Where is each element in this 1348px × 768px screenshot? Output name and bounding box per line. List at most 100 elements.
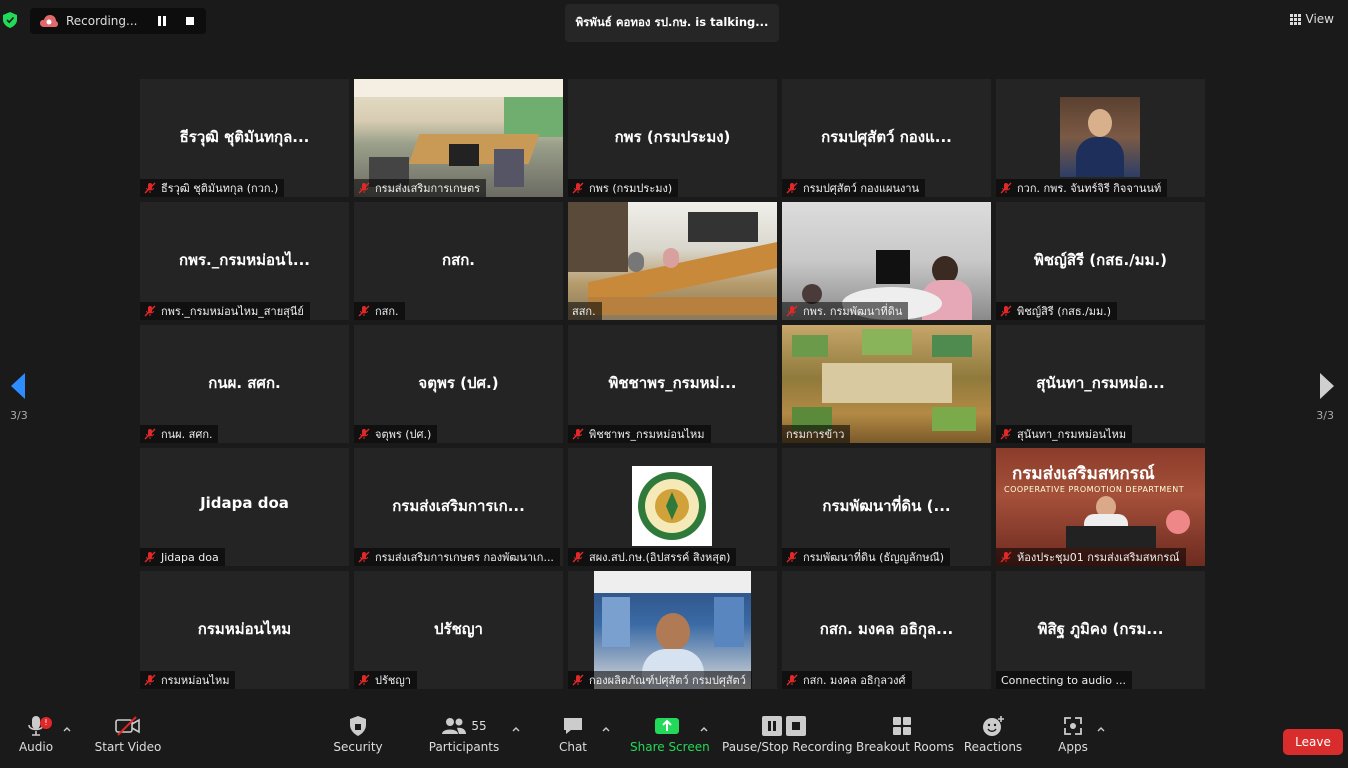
participant-tile[interactable]: กสก. มงคล อธิกุล... กสก. มงคล อธิกุลวงศ์ [782, 571, 991, 689]
audio-warning-badge: ! [40, 717, 52, 729]
participant-tile[interactable]: สุนันทา_กรมหม่อ... สุนันทา_กรมหม่อนไหม [996, 325, 1205, 443]
participant-tile[interactable]: ปรัชญา ปรัชญา [354, 571, 563, 689]
meeting-toolbar: ! Audio Start Video Security 55 Particip… [0, 712, 1348, 768]
connecting-audio-status: Connecting to audio ... [1001, 673, 1126, 687]
participant-tile[interactable]: กรมการข้าว [782, 325, 991, 443]
breakout-rooms-button[interactable]: Breakout Rooms [856, 712, 954, 754]
mic-muted-icon [144, 674, 156, 686]
participants-icon [442, 718, 467, 734]
participant-tile[interactable]: กองผลิตภัณฑ์ปศุสัตว์ กรมปศุสัตว์ [568, 571, 777, 689]
participant-display-name: พิชชาพร_กรมหม่... [608, 374, 737, 392]
participant-display-name: จตุพร (ปศ.) [418, 374, 499, 392]
stop-recording-icon[interactable] [186, 17, 194, 25]
breakout-rooms-icon [893, 717, 911, 735]
participant-tile[interactable]: กรมพัฒนาที่ดิน (... กรมพัฒนาที่ดิน (ธัญญ… [782, 448, 991, 566]
participant-tile[interactable]: กพร. กรมพัฒนาที่ดิน [782, 202, 991, 320]
recording-label: Recording... [66, 14, 138, 28]
share-screen-button[interactable]: Share Screen [630, 712, 710, 754]
share-screen-label: Share Screen [630, 740, 710, 754]
emoji-reaction-icon [983, 716, 1004, 736]
participant-tile[interactable]: กนผ. สศก. กนผ. สศก. [140, 325, 349, 443]
view-button[interactable]: View [1289, 12, 1334, 26]
profile-picture [1060, 97, 1140, 177]
participant-tile[interactable]: สสก. [568, 202, 777, 320]
participant-tile[interactable]: พิชชาพร_กรมหม่... พิชชาพร_กรมหม่อนไหม [568, 325, 777, 443]
gallery-grid: ธีรวุฒิ ชุติมันทกุล... ธีรวุฒิ ชุติมันทก… [140, 79, 1205, 689]
mic-muted-icon [572, 182, 584, 194]
participant-display-name: กรมปศุสัตว์ กองแ... [821, 128, 952, 146]
audio-options-chevron-up-icon[interactable] [63, 726, 71, 732]
participant-tile[interactable]: สผง.สป.กษ.(อิปสรรค์ สิงหสุต) [568, 448, 777, 566]
mic-muted-icon [572, 674, 584, 686]
participant-tile[interactable]: พิชญ์สิรี (กสธ./มม.) พิชญ์สิรี (กสธ./มม.… [996, 202, 1205, 320]
participant-tile[interactable]: กรมส่งเสริมการเก... กรมส่งเสริมการเกษตร … [354, 448, 563, 566]
participant-display-name: สุนันทา_กรมหม่อ... [1036, 374, 1165, 392]
participant-name: กสก. มงคล อธิกุลวงศ์ [803, 674, 906, 687]
leave-button[interactable]: Leave [1283, 729, 1343, 755]
participant-name-tag: กพร._กรมหม่อนไหม_สายสุนีย์ [140, 302, 310, 320]
participant-name: กรมหม่อนไหม [161, 674, 230, 687]
apps-button[interactable]: Apps [1055, 712, 1091, 754]
next-page-arrow-icon[interactable] [1316, 370, 1338, 402]
participant-name-tag: กพร. กรมพัฒนาที่ดิน [782, 302, 909, 320]
encryption-shield-icon[interactable] [3, 12, 17, 28]
participant-display-name: กนผ. สศก. [208, 374, 281, 392]
mic-muted-icon [1000, 428, 1012, 440]
participant-name-tag: กรมส่งเสริมการเกษตร [354, 179, 487, 197]
participant-tile[interactable]: กวก. กพร. จันทร์จิรี กิจจานนท์ [996, 79, 1205, 197]
participant-tile[interactable]: จตุพร (ปศ.) จตุพร (ปศ.) [354, 325, 563, 443]
participant-name: พิชญ์สิรี (กสธ./มม.) [1017, 305, 1112, 318]
participant-tile[interactable]: กรมส่งเสริมสหกรณ์ COOPERATIVE PROMOTION … [996, 448, 1205, 566]
mic-muted-icon [1000, 182, 1012, 194]
participant-name: กพร. กรมพัฒนาที่ดิน [803, 305, 903, 318]
chat-button[interactable]: Chat [555, 712, 591, 754]
participant-name: กพร (กรมประมง) [589, 182, 673, 195]
participants-options-chevron-up-icon[interactable] [512, 726, 520, 732]
participant-tile[interactable]: ธีรวุฒิ ชุติมันทกุล... ธีรวุฒิ ชุติมันทก… [140, 79, 349, 197]
participant-name-tag: กรมหม่อนไหม [140, 671, 236, 689]
participants-label: Participants [428, 740, 500, 754]
security-label: Security [333, 740, 383, 754]
participant-name: สผง.สป.กษ.(อิปสรรค์ สิงหสุต) [589, 551, 731, 564]
participant-name: ห้องประชุม01 กรมส่งเสริมสหกรณ์ [1017, 551, 1180, 564]
audio-button[interactable]: ! Audio [14, 712, 58, 754]
participant-name-tag: กพร (กรมประมง) [568, 179, 679, 197]
participant-tile[interactable]: กรมหม่อนไหม กรมหม่อนไหม [140, 571, 349, 689]
participant-display-name: กรมส่งเสริมการเก... [392, 497, 525, 515]
pause-stop-recording-button[interactable]: Pause/Stop Recording [722, 712, 852, 754]
pause-recording-icon[interactable] [158, 16, 168, 26]
participant-name: กรมพัฒนาที่ดิน (ธัญญลักษณี) [803, 551, 945, 564]
participants-button[interactable]: 55 Participants [428, 712, 500, 754]
chat-options-chevron-up-icon[interactable] [602, 726, 610, 732]
participant-name: สสก. [572, 305, 596, 318]
start-video-button[interactable]: Start Video [94, 712, 162, 754]
share-options-chevron-up-icon[interactable] [700, 726, 708, 732]
apps-options-chevron-up-icon[interactable] [1097, 726, 1105, 732]
participant-name-tag: กรมปศุสัตว์ กองแผนงาน [782, 179, 926, 197]
participant-tile[interactable]: กรมปศุสัตว์ กองแ... กรมปศุสัตว์ กองแผนงา… [782, 79, 991, 197]
mic-muted-icon [358, 551, 370, 563]
participant-name: กพร._กรมหม่อนไหม_สายสุนีย์ [161, 305, 304, 318]
apps-label: Apps [1058, 740, 1088, 754]
pause-icon [762, 716, 782, 736]
participant-name: กรมการข้าว [786, 428, 845, 441]
reactions-button[interactable]: Reactions [963, 712, 1023, 754]
participant-tile[interactable]: Jidapa doa Jidapa doa [140, 448, 349, 566]
security-button[interactable]: Security [333, 712, 383, 754]
participant-tile[interactable]: กพร._กรมหม่อนไ... กพร._กรมหม่อนไหม_สายสุ… [140, 202, 349, 320]
participant-display-name: ปรัชญา [434, 620, 483, 638]
participant-name: พิชชาพร_กรมหม่อนไหม [589, 428, 705, 441]
participant-tile[interactable]: กสก. กสก. [354, 202, 563, 320]
participant-name: สุนันทา_กรมหม่อนไหม [1017, 428, 1127, 441]
participant-name-tag: กวก. กพร. จันทร์จิรี กิจจานนท์ [996, 179, 1168, 197]
active-speaker-banner: พิรพันธ์ คอทอง รป.กษ. is talking... [565, 4, 779, 42]
audio-label: Audio [18, 740, 54, 754]
stop-icon [786, 716, 806, 736]
participant-tile[interactable]: พิสิฐ ภูมิคง (กรม... Connecting to audio… [996, 571, 1205, 689]
participant-name-tag: สสก. [568, 302, 602, 320]
participant-name-tag: ห้องประชุม01 กรมส่งเสริมสหกรณ์ [996, 548, 1186, 566]
participant-tile[interactable]: กพร (กรมประมง) กพร (กรมประมง) [568, 79, 777, 197]
connecting-audio-tag: Connecting to audio ... [996, 671, 1132, 689]
previous-page-arrow-icon[interactable] [7, 370, 29, 402]
participant-tile[interactable]: กรมส่งเสริมการเกษตร [354, 79, 563, 197]
